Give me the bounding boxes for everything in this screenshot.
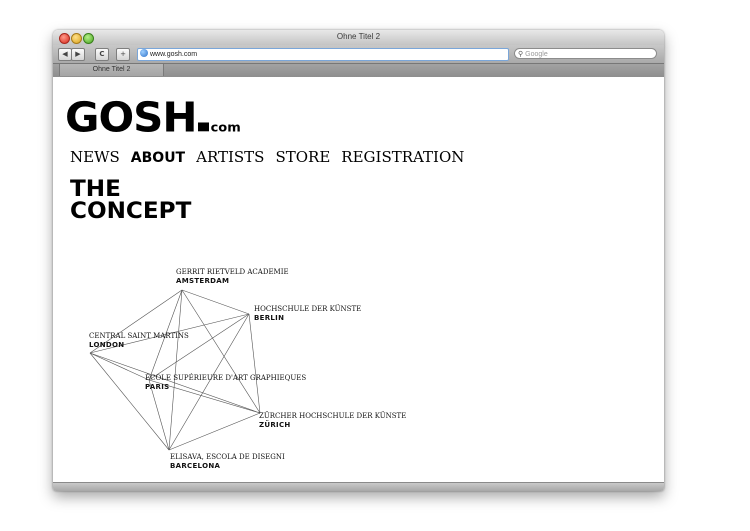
address-text: www.gosh.com [150, 51, 198, 58]
school-city: LONDON [89, 341, 125, 349]
school-name: ÉCOLE SUPÉRIEURE D'ART GRAPHIEQUES [145, 374, 307, 382]
add-bookmark-button[interactable]: + [116, 48, 130, 61]
window-title: Ohne Titel 2 [336, 32, 381, 41]
school-name: CENTRAL SAINT MARTINS [89, 332, 189, 340]
network-edge [181, 289, 250, 315]
address-bar[interactable]: www.gosh.com [137, 48, 509, 61]
school-node-paris[interactable]: ÉCOLE SUPÉRIEURE D'ART GRAPHIEQUES PARIS [145, 374, 306, 392]
tab-bar: Ohne Titel 2 [53, 63, 664, 77]
school-node-berlin[interactable]: HOCHSCHULE DER KÜNSTE BERLIN [254, 305, 361, 323]
reload-button[interactable]: C [95, 48, 109, 61]
search-placeholder: Google [525, 51, 548, 58]
school-city: BARCELONA [170, 462, 221, 470]
title-bar: Ohne Titel 2 [53, 30, 664, 45]
school-node-amsterdam[interactable]: GERRIT RIETVELD ACADEMIE AMSTERDAM [176, 268, 289, 286]
search-field[interactable]: ⚲ Google [514, 48, 657, 59]
browser-window: Ohne Titel 2 ◀ ▶ C + www.gosh.com ⚲ Googl… [53, 30, 664, 491]
school-city: BERLIN [254, 314, 285, 322]
school-name: HOCHSCHULE DER KÜNSTE [254, 305, 362, 313]
browser-toolbar: ◀ ▶ C + www.gosh.com ⚲ Google [53, 45, 664, 63]
school-node-zurich[interactable]: ZÜRCHER HOCHSCHULE DER KÜNSTE ZÜRICH [259, 412, 406, 430]
search-icon: ⚲ [518, 51, 524, 58]
school-name: ELISAVA, ESCOLA DE DISEGNI [170, 453, 285, 461]
network-edge [181, 289, 261, 414]
school-name: GERRIT RIETVELD ACADEMIE [176, 268, 289, 276]
network-edge [89, 352, 150, 381]
tab-current[interactable]: Ohne Titel 2 [59, 64, 164, 76]
school-node-london[interactable]: CENTRAL SAINT MARTINS LONDON [89, 332, 189, 350]
school-city: AMSTERDAM [176, 277, 230, 285]
forward-button[interactable]: ▶ [71, 48, 85, 61]
window-bottom-bar [53, 482, 664, 491]
back-button[interactable]: ◀ [58, 48, 72, 61]
school-node-barcelona[interactable]: ELISAVA, ESCOLA DE DISEGNI BARCELONA [170, 453, 285, 471]
school-name: ZÜRCHER HOCHSCHULE DER KÜNSTE [259, 412, 407, 420]
school-city: PARIS [145, 383, 170, 391]
network-edge [168, 289, 183, 451]
school-city: ZÜRICH [259, 421, 291, 429]
page-content: GOSH com NEWS ABOUT ARTISTS STORE REGISTRATIO… [53, 77, 664, 482]
globe-icon [140, 49, 148, 58]
network-edge [89, 352, 170, 451]
network-edge [168, 412, 261, 451]
